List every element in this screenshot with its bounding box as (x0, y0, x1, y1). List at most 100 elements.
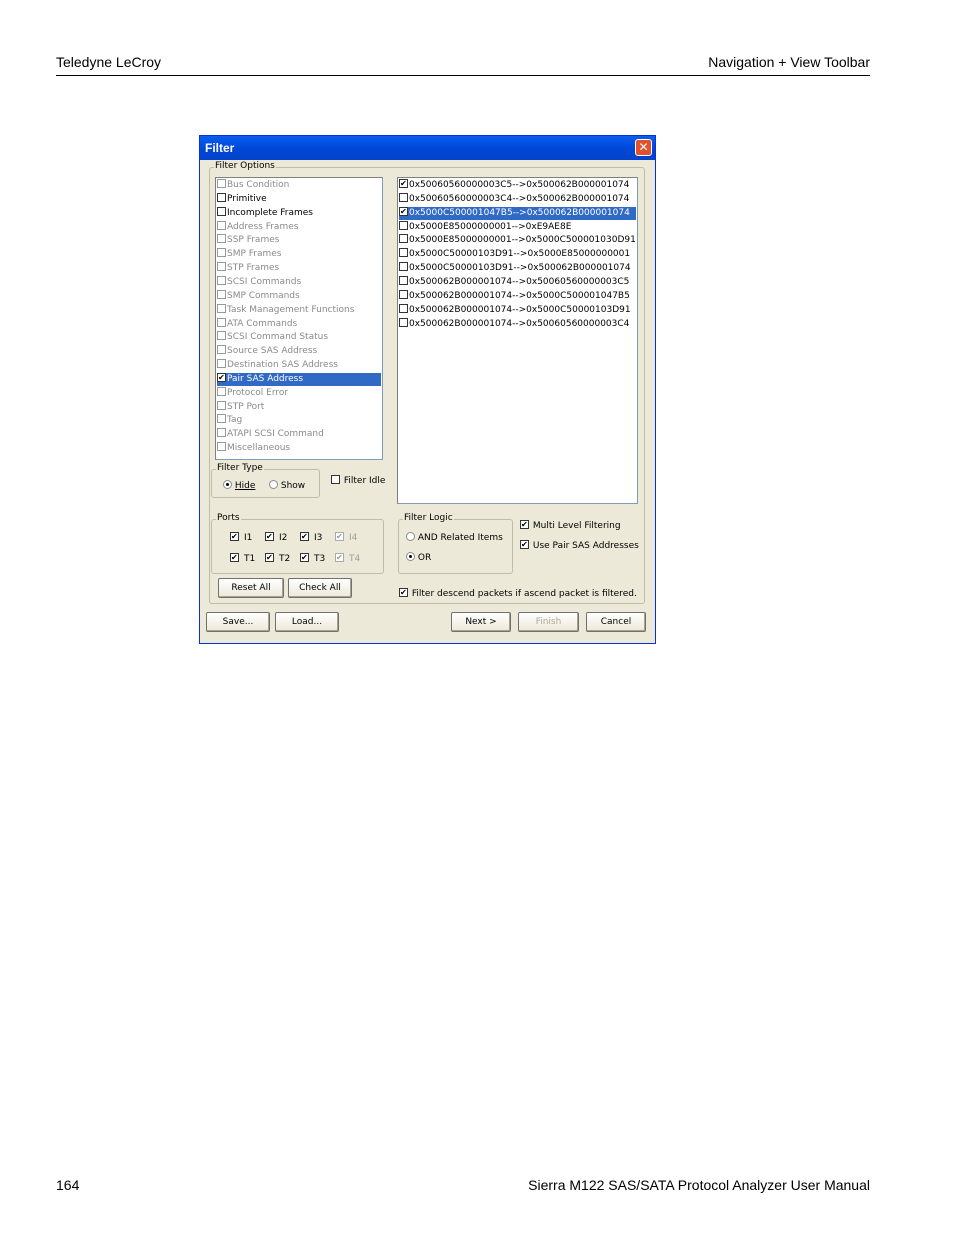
filter-option-item[interactable]: SCSI Commands (217, 275, 381, 289)
checkbox-icon[interactable] (217, 386, 226, 396)
address-pair-item[interactable]: 0x50060560000003C4-->0x500062B000001074 (399, 192, 636, 206)
close-button[interactable]: ✕ (635, 139, 652, 156)
port-t4-checkbox[interactable]: T4 (335, 553, 360, 564)
checkbox-icon[interactable] (399, 303, 408, 313)
port-i4-checkbox[interactable]: I4 (335, 532, 357, 543)
checkbox-icon[interactable] (217, 359, 226, 369)
port-i1-checkbox[interactable]: I1 (230, 532, 252, 543)
checkbox-icon[interactable] (399, 192, 408, 202)
address-pair-item[interactable]: 0x500062B000001074-->0x5000C500001047B5 (399, 289, 636, 303)
filter-option-label: SMP Commands (227, 290, 300, 301)
address-pair-item[interactable]: 0x500062B000001074-->0x5000C50000103D91 (399, 303, 636, 317)
filter-option-item[interactable]: Pair SAS Address (217, 372, 381, 386)
filter-option-label: Address Frames (227, 221, 299, 232)
filter-option-label: ATAPI SCSI Command (227, 429, 324, 440)
checkbox-icon[interactable] (217, 303, 226, 313)
port-t3-checkbox[interactable]: T3 (300, 553, 325, 564)
use-pair-checkbox[interactable]: Use Pair SAS Addresses (520, 540, 639, 551)
address-pair-item[interactable]: 0x5000E85000000001-->0x5000C500001030D91 (399, 234, 636, 247)
checkbox-icon[interactable] (399, 262, 408, 272)
checkbox-icon[interactable] (217, 428, 226, 438)
filter-option-item[interactable]: Destination SAS Address (217, 359, 381, 372)
address-pair-item[interactable]: 0x5000C50000103D91-->0x5000E85000000001 (399, 248, 636, 261)
filter-idle-checkbox[interactable]: Filter Idle (331, 475, 385, 486)
filter-option-item[interactable]: SMP Frames (217, 248, 381, 261)
port-i3-checkbox[interactable]: I3 (300, 532, 322, 543)
filter-logic-and-radio[interactable]: AND Related Items (406, 532, 503, 543)
checkbox-icon[interactable] (399, 289, 408, 299)
checkbox-icon[interactable] (217, 372, 226, 382)
filter-option-item[interactable]: SCSI Command Status (217, 331, 381, 344)
checkbox-icon[interactable] (217, 317, 226, 327)
filter-type-show-radio[interactable]: Show (269, 480, 305, 491)
multi-level-checkbox[interactable]: Multi Level Filtering (520, 520, 621, 531)
filter-descend-checkbox[interactable]: Filter descend packets if ascend packet … (399, 588, 637, 599)
check-all-button[interactable]: Check All (288, 578, 352, 598)
port-i2-checkbox[interactable]: I2 (265, 532, 287, 543)
checkbox-icon[interactable] (217, 262, 226, 272)
checkbox-icon[interactable] (217, 234, 226, 244)
filter-option-item[interactable]: Incomplete Frames (217, 206, 381, 220)
checkbox-icon[interactable] (217, 331, 226, 341)
filter-type-hide-radio[interactable]: Hide (223, 480, 255, 491)
filter-option-item[interactable]: Primitive (217, 192, 381, 206)
filter-option-item[interactable]: Protocol Error (217, 386, 381, 400)
filter-option-item[interactable]: Task Management Functions (217, 303, 381, 317)
checkbox-icon[interactable] (217, 248, 226, 258)
checkbox-icon[interactable] (217, 179, 226, 188)
address-pair-item[interactable]: 0x50060560000003C5-->0x500062B000001074 (399, 179, 636, 192)
checkbox-icon[interactable] (399, 179, 408, 188)
address-pair-item[interactable]: 0x500062B000001074-->0x50060560000003C5 (399, 275, 636, 289)
filter-option-item[interactable]: ATAPI SCSI Command (217, 428, 381, 441)
checkbox-icon[interactable] (217, 289, 226, 299)
checkbox-icon[interactable] (399, 275, 408, 285)
filter-option-item[interactable]: Tag (217, 414, 381, 427)
checkbox-icon[interactable] (399, 220, 408, 230)
checkbox-icon (265, 532, 274, 541)
port-t1-checkbox[interactable]: T1 (230, 553, 255, 564)
filter-options-label: Filter Options (214, 161, 276, 171)
address-pair-item[interactable]: 0x5000E85000000001-->0xE9AE8E (399, 220, 636, 234)
checkbox-icon (300, 553, 309, 562)
dialog-titlebar[interactable]: Filter ✕ (200, 136, 655, 160)
filter-option-item[interactable]: Bus Condition (217, 179, 381, 192)
filter-logic-or-radio[interactable]: OR (406, 552, 431, 563)
next-button[interactable]: Next > (451, 612, 511, 632)
reset-all-button[interactable]: Reset All (218, 578, 284, 598)
checkbox-icon (300, 532, 309, 541)
address-pair-label: 0x5000C50000103D91-->0x5000E85000000001 (409, 249, 631, 260)
filter-option-item[interactable]: ATA Commands (217, 317, 381, 331)
address-pair-item[interactable]: 0x5000C50000103D91-->0x500062B000001074 (399, 262, 636, 275)
checkbox-icon[interactable] (217, 192, 226, 202)
save-button[interactable]: Save... (206, 612, 270, 632)
filter-option-item[interactable]: SMP Commands (217, 289, 381, 303)
checkbox-icon[interactable] (217, 414, 226, 424)
finish-button[interactable]: Finish (518, 612, 579, 632)
filter-option-item[interactable]: STP Port (217, 400, 381, 414)
checkbox-icon[interactable] (399, 206, 408, 216)
checkbox-icon[interactable] (399, 248, 408, 258)
checkbox-icon[interactable] (217, 442, 226, 452)
address-pairs-list[interactable]: 0x50060560000003C5-->0x500062B000001074 0… (397, 177, 638, 504)
port-t2-checkbox[interactable]: T2 (265, 553, 290, 564)
filter-options-list[interactable]: Bus Condition Primitive Incomplete Frames A… (215, 177, 383, 460)
checkbox-icon (230, 532, 239, 541)
filter-option-item[interactable]: STP Frames (217, 262, 381, 275)
filter-option-item[interactable]: SSP Frames (217, 234, 381, 247)
checkbox-icon[interactable] (217, 275, 226, 285)
checkbox-icon[interactable] (399, 317, 408, 327)
load-button[interactable]: Load... (275, 612, 339, 632)
checkbox-icon[interactable] (399, 234, 408, 244)
checkbox-icon[interactable] (217, 400, 226, 410)
cancel-button[interactable]: Cancel (586, 612, 646, 632)
filter-option-item[interactable]: Address Frames (217, 220, 381, 234)
checkbox-icon[interactable] (217, 220, 226, 230)
checkbox-icon (520, 540, 529, 549)
checkbox-icon[interactable] (217, 206, 226, 216)
address-pair-item[interactable]: 0x500062B000001074-->0x50060560000003C4 (399, 317, 636, 331)
address-pair-item[interactable]: 0x5000C500001047B5-->0x500062B000001074 (399, 206, 636, 220)
filter-option-label: ATA Commands (227, 318, 298, 329)
filter-option-item[interactable]: Source SAS Address (217, 345, 381, 358)
filter-option-item[interactable]: Miscellaneous (217, 442, 381, 455)
checkbox-icon[interactable] (217, 345, 226, 355)
